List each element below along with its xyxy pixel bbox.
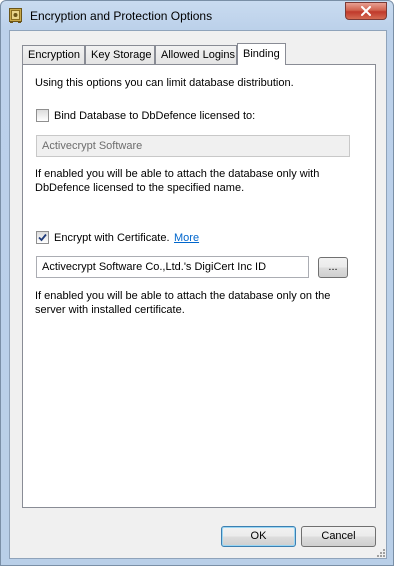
tab-label: Key Storage: [91, 49, 152, 61]
tab-allowed-logins[interactable]: Allowed Logins: [155, 45, 237, 65]
encrypt-certificate-checkbox[interactable]: [36, 231, 49, 244]
tab-label: Encryption: [28, 49, 80, 61]
certificate-field[interactable]: Activecrypt Software Co.,Ltd.'s DigiCert…: [36, 256, 309, 278]
checkmark-icon: [38, 233, 47, 242]
dialog-client-area: Encryption Key Storage Allowed Logins Bi…: [9, 30, 387, 559]
ok-button[interactable]: OK: [221, 526, 296, 547]
encrypt-certificate-label: Encrypt with Certificate.: [54, 232, 170, 244]
tab-key-storage[interactable]: Key Storage: [85, 45, 155, 65]
bind-database-checkbox[interactable]: [36, 109, 49, 122]
resize-grip-icon[interactable]: [374, 546, 386, 558]
licensee-name-field[interactable]: Activecrypt Software: [36, 135, 350, 157]
safe-icon: [9, 8, 22, 23]
cancel-button[interactable]: Cancel: [301, 526, 376, 547]
binding-tab-panel: Using this options you can limit databas…: [22, 64, 376, 508]
close-button[interactable]: [345, 2, 387, 20]
intro-text: Using this options you can limit databas…: [35, 77, 294, 89]
dialog-window: Encryption and Protection Options Encryp…: [0, 0, 394, 566]
cert-help-text: If enabled you will be able to attach th…: [35, 290, 331, 316]
browse-certificate-button[interactable]: ...: [318, 257, 348, 278]
tab-encryption[interactable]: Encryption: [22, 45, 85, 65]
close-icon: [361, 6, 371, 16]
tab-label: Allowed Logins: [161, 49, 235, 61]
bind-help-text: If enabled you will be able to attach th…: [35, 168, 320, 194]
bind-database-label: Bind Database to DbDefence licensed to:: [54, 110, 256, 122]
tab-binding[interactable]: Binding: [237, 43, 286, 65]
window-title: Encryption and Protection Options: [30, 9, 213, 23]
tab-label: Binding: [243, 48, 280, 60]
title-bar[interactable]: Encryption and Protection Options: [1, 1, 393, 30]
more-link[interactable]: More: [174, 231, 199, 245]
